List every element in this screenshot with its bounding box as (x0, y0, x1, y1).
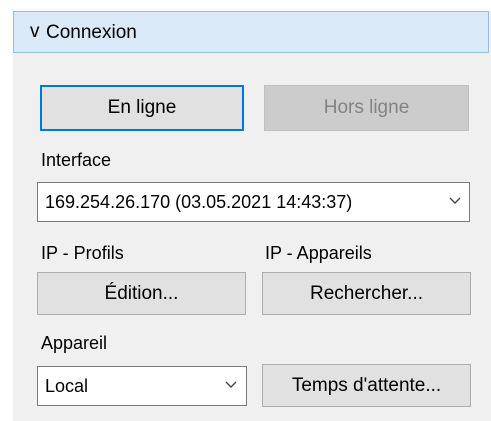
interface-label: Interface (41, 150, 112, 170)
ip-profiles-label: IP - Profils (41, 243, 124, 263)
online-button[interactable]: En ligne (40, 85, 244, 131)
interface-select[interactable]: 169.254.26.170 (03.05.2021 14:43:37) (37, 182, 470, 222)
offline-button[interactable]: Hors ligne (264, 85, 469, 131)
interface-select-value: 169.254.26.170 (03.05.2021 14:43:37) (45, 192, 353, 212)
search-devices-button[interactable]: Rechercher... (262, 272, 471, 315)
device-label: Appareil (41, 333, 108, 353)
ip-devices-label: IP - Appareils (265, 243, 372, 263)
chevron-down-icon (449, 197, 461, 204)
device-select-value: Local (45, 376, 89, 396)
device-select[interactable]: Local (37, 366, 247, 406)
chevron-down-icon (225, 381, 237, 388)
section-title: Connexion (46, 22, 137, 43)
collapse-chevron-icon: v (30, 21, 40, 42)
timeout-button[interactable]: Temps d'attente... (262, 364, 471, 407)
connection-section-header[interactable]: v Connexion (13, 11, 489, 53)
edit-profiles-button[interactable]: Édition... (37, 272, 246, 315)
